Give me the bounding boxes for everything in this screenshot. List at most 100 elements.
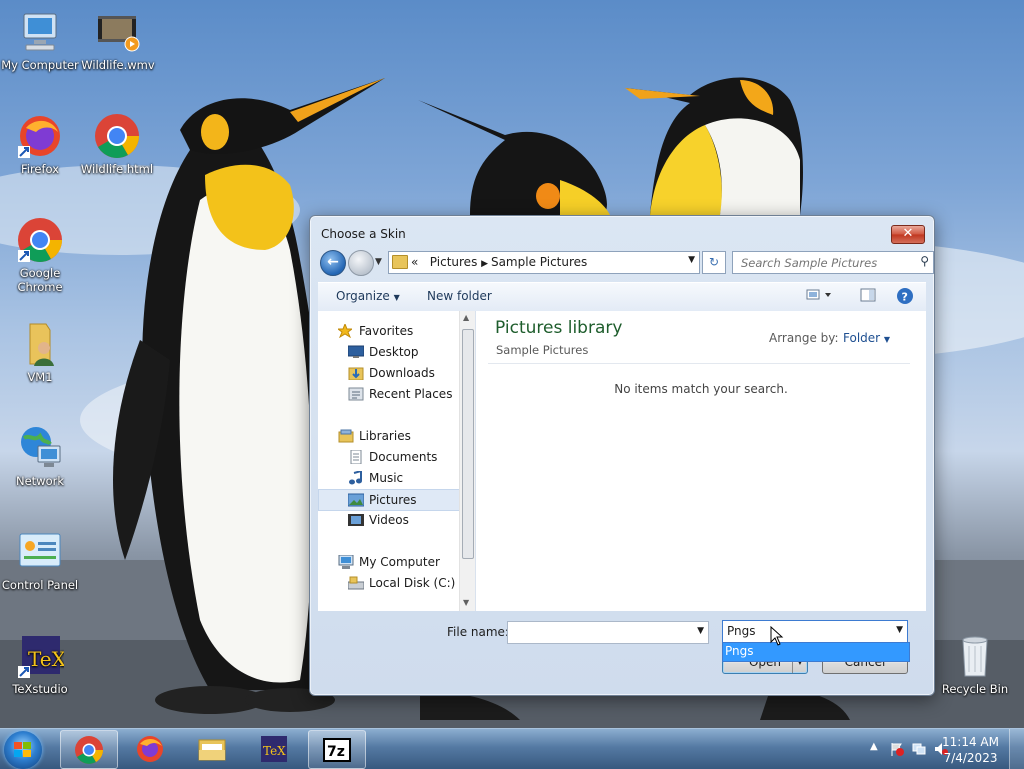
texstudio-icon: TeX [16,632,67,680]
show-hidden-icons-icon[interactable]: ▲ [870,741,884,755]
nav-local-disk[interactable]: Local Disk (C:) [318,573,458,593]
desktop-icon-network[interactable]: Network [0,424,80,488]
navigation-pane: Favorites Desktop Downloads Recent Place… [318,311,476,611]
desktop-icon-recycle-bin[interactable]: Recycle Bin [935,632,1015,696]
clock-date: 7/4/2023 [943,751,998,765]
address-bar[interactable]: « Pictures ▶ Sample Pictures ▼ [388,251,700,274]
command-toolbar: Organize ▼ New folder ? [318,282,926,312]
videos-icon [348,513,364,526]
svg-text:TeX: TeX [263,744,286,758]
taskbar-chrome[interactable] [60,730,118,769]
dialog-footer: File name: ▼ Pngs ▼ Open ▼ Cancel Pngs [310,612,934,695]
file-name-dropdown-icon[interactable]: ▼ [697,626,704,636]
file-name-label: File name: [447,625,509,639]
file-type-select[interactable]: Pngs ▼ [722,620,908,643]
organize-button[interactable]: Organize ▼ [336,289,400,303]
chrome-icon [75,736,103,764]
view-options-button[interactable] [806,287,834,306]
mouse-cursor-icon [770,626,784,646]
nav-favorites[interactable]: Favorites [318,321,458,341]
history-dropdown-icon[interactable]: ▼ [375,257,382,267]
help-icon: ? [897,288,913,304]
computer-icon [16,8,64,56]
desktop-icon-control-panel[interactable]: Control Panel [0,528,80,592]
libraries-icon [338,429,354,443]
breadcrumb-sample-pictures[interactable]: Sample Pictures [491,255,587,269]
navigation-scrollbar[interactable]: ▲ ▼ [459,311,475,611]
scroll-down-icon[interactable]: ▼ [463,598,469,607]
nav-documents[interactable]: Documents [318,447,458,467]
refresh-button[interactable]: ↻ [702,251,726,274]
arrow-left-icon: ← [327,254,339,270]
preview-pane-button[interactable] [860,288,876,306]
drive-icon [347,576,365,590]
svg-text:TeX: TeX [28,647,64,671]
scroll-up-icon[interactable]: ▲ [463,313,469,322]
action-center-flag-icon[interactable] [890,742,904,756]
desktop-icon-vm1[interactable]: VM1 [0,320,80,384]
network-icon [16,424,64,472]
arrange-by-dropdown[interactable]: Folder ▼ [843,331,890,345]
help-button[interactable]: ? [896,287,914,308]
network-status-icon[interactable] [912,742,926,756]
nav-pictures[interactable]: Pictures [318,489,460,511]
chevron-down-icon[interactable]: ▼ [896,625,903,635]
nav-my-computer[interactable]: My Computer [318,552,458,572]
desktop-icon-wildlife-wmv[interactable]: Wildlife.wmv [78,8,158,72]
taskbar-firefox[interactable] [122,730,178,767]
start-button[interactable] [4,731,42,769]
search-input[interactable] [739,254,913,272]
file-list-pane: Pictures library Sample Pictures Arrange… [476,311,926,611]
file-name-field[interactable]: ▼ [507,621,709,644]
documents-icon [348,449,362,465]
desktop-icon-texstudio[interactable]: TeX TeXstudio [0,632,80,696]
library-title: Pictures library [495,318,623,338]
breadcrumb: « Pictures ▶ Sample Pictures [411,255,587,269]
pictures-icon [347,493,365,507]
music-icon [348,469,362,485]
choose-skin-dialog: Choose a Skin ✕ ← ▼ « Pictures ▶ Sample … [309,215,935,696]
user-folder-icon [16,320,64,368]
nav-libraries[interactable]: Libraries [318,426,458,446]
video-file-icon [94,8,142,56]
forward-button[interactable] [348,250,374,276]
chevron-down-icon: ▼ [393,293,400,302]
nav-music[interactable]: Music [318,468,458,488]
close-button[interactable]: ✕ [891,225,925,244]
nav-downloads[interactable]: Downloads [318,363,458,383]
breadcrumb-overflow[interactable]: « [411,255,418,269]
show-desktop-button[interactable] [1009,729,1024,769]
7zip-icon: 7z [323,738,351,762]
nav-desktop[interactable]: Desktop [318,342,458,362]
navigation-bar: ← ▼ « Pictures ▶ Sample Pictures ▼ ↻ ⚲ [318,249,934,276]
chevron-right-icon[interactable]: ▶ [481,259,491,269]
file-type-option[interactable]: Pngs [725,644,754,658]
file-type-dropdown-list: Pngs [722,642,910,662]
desktop-icon-google-chrome[interactable]: Google Chrome [0,216,80,294]
search-box[interactable]: ⚲ [732,251,934,274]
nav-recent-places[interactable]: Recent Places [318,384,458,404]
firefox-icon [137,736,163,762]
desktop-icon-wildlife-html[interactable]: Wildlife.html [77,112,157,176]
file-type-value: Pngs [727,624,756,638]
breadcrumb-pictures[interactable]: Pictures [430,255,478,269]
texstudio-icon: TeX [261,736,287,762]
arrange-by-label: Arrange by: [769,331,839,345]
view-icon [806,289,831,300]
file-name-input[interactable] [512,623,696,643]
clock-time: 11:14 AM [942,735,999,749]
taskbar-7zip[interactable]: 7z [308,730,366,769]
taskbar-texstudio[interactable]: TeX [246,730,302,767]
scroll-thumb[interactable] [462,329,474,559]
back-button[interactable]: ← [320,250,346,276]
taskbar-file-explorer[interactable] [184,730,240,767]
search-icon[interactable]: ⚲ [920,254,929,268]
new-folder-button[interactable]: New folder [427,289,492,303]
control-panel-icon [16,528,64,576]
desktop-icon-firefox[interactable]: Firefox [0,112,80,176]
desktop-icon-my-computer[interactable]: My Computer [0,8,80,72]
nav-videos[interactable]: Videos [318,510,458,530]
svg-text:?: ? [902,291,908,304]
system-clock[interactable]: 11:14 AM 7/4/2023 [942,734,999,766]
address-dropdown-icon[interactable]: ▼ [688,255,695,265]
